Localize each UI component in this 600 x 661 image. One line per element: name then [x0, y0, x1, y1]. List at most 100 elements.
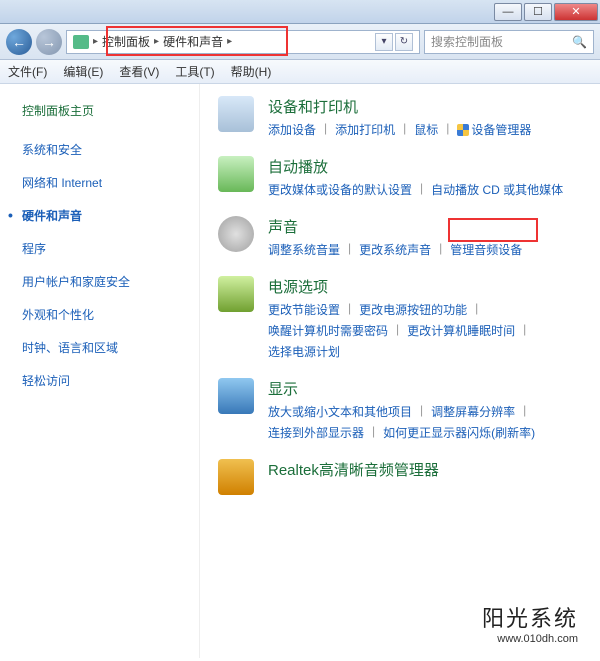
link-label: 管理音频设备 — [450, 243, 522, 257]
link-0-2[interactable]: 鼠标 — [414, 121, 438, 138]
autoplay-icon — [218, 156, 254, 192]
link-0-1[interactable]: 添加打印机 — [335, 121, 395, 138]
breadcrumb-field[interactable]: ▸ 控制面板 ▸ 硬件和声音 ▸ ▾ ↻ — [66, 30, 420, 54]
breadcrumb-root-label: 控制面板 — [102, 33, 150, 50]
watermark-text: 阳光系统 — [482, 601, 578, 633]
content-area: 设备和打印机添加设备 | 添加打印机 | 鼠标 | 设备管理器自动播放更改媒体或设备的默认设… — [200, 84, 600, 658]
link-label: 自动播放 CD 或其他媒体 — [431, 183, 563, 197]
link-label: 设备管理器 — [471, 123, 531, 137]
sidebar: 控制面板主页 系统和安全网络和 Internet 硬件和声音程序用户帐户和家庭安全… — [0, 84, 200, 658]
link-0-0[interactable]: 添加设备 — [268, 121, 316, 138]
section-4: 显示放大或缩小文本和其他项目|调整屏幕分辨率|连接到外部显示器|如何更正显示器闪… — [218, 378, 582, 441]
section-2: 声音调整系统音量|更改系统声音|管理音频设备 — [218, 216, 582, 258]
section-links: 放大或缩小文本和其他项目|调整屏幕分辨率|连接到外部显示器|如何更正显示器闪烁(… — [268, 403, 582, 441]
sidebar-item-6[interactable]: 时钟、语言和区域 — [22, 339, 189, 356]
menu-edit[interactable]: 编辑(E) — [63, 63, 103, 80]
link-2-0[interactable]: 调整系统音量 — [268, 241, 340, 258]
section-title[interactable]: 自动播放 — [268, 156, 563, 177]
window-titlebar: — ☐ ✕ — [0, 0, 600, 24]
link-2-1[interactable]: 更改系统声音 — [359, 241, 431, 258]
search-icon[interactable]: 🔍 — [572, 35, 587, 49]
section-title[interactable]: 电源选项 — [268, 276, 582, 297]
section-links: 更改节能设置 | 更改电源按钮的功能 | 唤醒计算机时需要密码 | 更改计算机睡眠时间 | 选择… — [268, 301, 582, 360]
menu-view[interactable]: 查看(V) — [119, 63, 159, 80]
address-dropdown-button[interactable]: ▾ — [375, 33, 393, 51]
refresh-button[interactable]: ↻ — [395, 33, 413, 51]
address-bar: ← → ▸ 控制面板 ▸ 硬件和声音 ▸ ▾ ↻ 搜索控制面板 🔍 — [0, 24, 600, 60]
pipe-separator: | — [523, 322, 526, 339]
section-title[interactable]: 显示 — [268, 378, 582, 399]
link-label: 更改媒体或设备的默认设置 — [268, 183, 412, 197]
pipe-separator: | — [420, 403, 423, 420]
pipe-separator: | — [348, 301, 351, 318]
section-5: Realtek高清晰音频管理器 — [218, 459, 582, 495]
back-button[interactable]: ← — [6, 29, 32, 55]
pipe-separator: | — [324, 121, 327, 138]
link-4-1[interactable]: 调整屏幕分辨率 — [431, 403, 515, 420]
section-title[interactable]: 设备和打印机 — [268, 96, 531, 117]
sidebar-home[interactable]: 控制面板主页 — [22, 102, 189, 119]
sidebar-item-0[interactable]: 系统和安全 — [22, 141, 189, 158]
search-input[interactable]: 搜索控制面板 🔍 — [424, 30, 594, 54]
link-label: 更改电源按钮的功能 — [359, 303, 467, 317]
sidebar-item-1[interactable]: 网络和 Internet — [22, 174, 189, 191]
shield-icon — [457, 124, 469, 136]
link-3-2[interactable]: 唤醒计算机时需要密码 — [268, 322, 388, 339]
link-0-3[interactable]: 设备管理器 — [457, 121, 531, 138]
sidebar-item-5[interactable]: 外观和个性化 — [22, 306, 189, 323]
link-label: 调整系统音量 — [268, 243, 340, 257]
link-label: 鼠标 — [414, 123, 438, 137]
link-label: 添加设备 — [268, 123, 316, 137]
breadcrumb-root[interactable]: ▸ 控制面板 — [93, 33, 150, 50]
menu-tools[interactable]: 工具(T) — [175, 63, 214, 80]
link-label: 唤醒计算机时需要密码 — [268, 324, 388, 338]
link-2-2[interactable]: 管理音频设备 — [450, 241, 522, 258]
sidebar-item-2[interactable]: 硬件和声音 — [22, 207, 189, 224]
chevron-right-icon: ▸ — [154, 36, 159, 47]
minimize-button[interactable]: — — [494, 3, 522, 21]
link-4-0[interactable]: 放大或缩小文本和其他项目 — [268, 403, 412, 420]
menu-file[interactable]: 文件(F) — [8, 63, 47, 80]
link-label: 添加打印机 — [335, 123, 395, 137]
pipe-separator: | — [475, 301, 478, 318]
pipe-separator: | — [372, 424, 375, 441]
maximize-button[interactable]: ☐ — [524, 3, 552, 21]
link-4-3[interactable]: 如何更正显示器闪烁(刷新率) — [383, 424, 535, 441]
link-3-1[interactable]: 更改电源按钮的功能 — [359, 301, 467, 318]
pipe-separator: | — [396, 322, 399, 339]
section-links: 调整系统音量|更改系统声音|管理音频设备 — [268, 241, 522, 258]
printer-icon — [218, 96, 254, 132]
link-1-0[interactable]: 更改媒体或设备的默认设置 — [268, 181, 412, 198]
link-label: 更改系统声音 — [359, 243, 431, 257]
pipe-separator: | — [348, 241, 351, 258]
section-links: 更改媒体或设备的默认设置|自动播放 CD 或其他媒体 — [268, 181, 563, 198]
breadcrumb-current-label: 硬件和声音 — [163, 33, 223, 50]
chevron-right-icon: ▸ — [93, 36, 98, 47]
link-label: 选择电源计划 — [268, 345, 340, 359]
pipe-separator: | — [446, 121, 449, 138]
section-title[interactable]: 声音 — [268, 216, 522, 237]
link-label: 放大或缩小文本和其他项目 — [268, 405, 412, 419]
forward-button[interactable]: → — [36, 29, 62, 55]
section-title[interactable]: Realtek高清晰音频管理器 — [268, 459, 439, 480]
search-placeholder: 搜索控制面板 — [431, 33, 503, 50]
section-3: 电源选项更改节能设置 | 更改电源按钮的功能 | 唤醒计算机时需要密码 | 更改计算机睡眠时… — [218, 276, 582, 360]
menu-help[interactable]: 帮助(H) — [231, 63, 272, 80]
pipe-separator: | — [403, 121, 406, 138]
sidebar-item-4[interactable]: 用户帐户和家庭安全 — [22, 273, 189, 290]
close-button[interactable]: ✕ — [554, 3, 598, 21]
link-4-2[interactable]: 连接到外部显示器 — [268, 424, 364, 441]
link-3-3[interactable]: 更改计算机睡眠时间 — [407, 322, 515, 339]
link-1-1[interactable]: 自动播放 CD 或其他媒体 — [431, 181, 563, 198]
breadcrumb-current[interactable]: ▸ 硬件和声音 ▸ — [154, 33, 232, 50]
sound-icon — [218, 216, 254, 252]
display-icon — [218, 378, 254, 414]
sidebar-item-7[interactable]: 轻松访问 — [22, 372, 189, 389]
link-3-4[interactable]: 选择电源计划 — [268, 343, 340, 360]
link-3-0[interactable]: 更改节能设置 — [268, 301, 340, 318]
sidebar-item-3[interactable]: 程序 — [22, 240, 189, 257]
link-label: 更改计算机睡眠时间 — [407, 324, 515, 338]
watermark-url: www.010dh.com — [482, 633, 578, 645]
link-label: 如何更正显示器闪烁(刷新率) — [383, 426, 535, 440]
power-icon — [218, 276, 254, 312]
